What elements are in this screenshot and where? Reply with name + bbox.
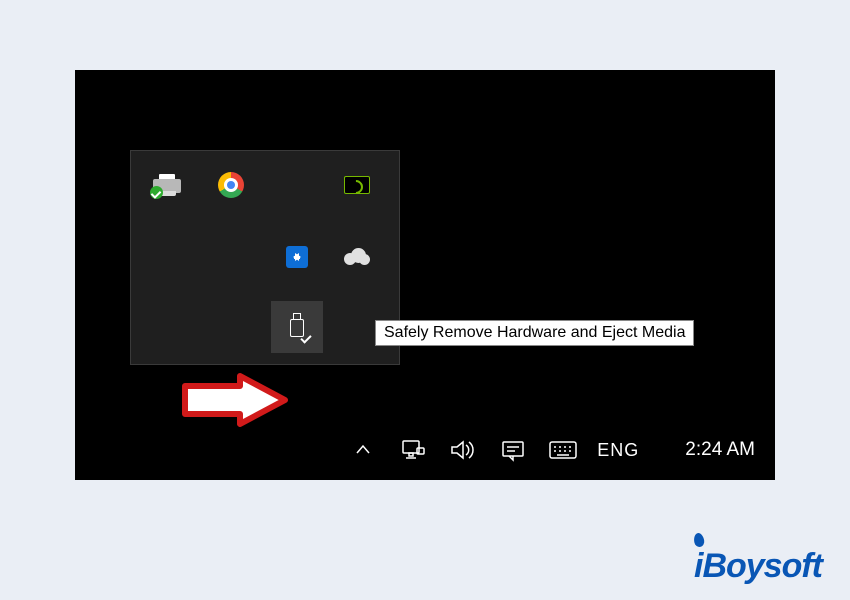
action-center-button[interactable]: [497, 434, 529, 466]
tray-item-nvidia[interactable]: [331, 159, 383, 211]
tray-item-teamviewer[interactable]: [271, 231, 323, 283]
network-icon: [400, 438, 426, 462]
network-button[interactable]: [397, 434, 429, 466]
printer-icon: [153, 174, 181, 196]
tray-item-printer[interactable]: [141, 159, 193, 211]
action-center-icon: [500, 438, 526, 462]
cloud-sync-icon: [344, 249, 370, 265]
volume-icon: [449, 438, 477, 462]
overflow-chevron-icon: [353, 440, 373, 460]
screenshot-region: Safely Remove Hardware and Eject Media: [75, 70, 775, 480]
usb-eject-tooltip: Safely Remove Hardware and Eject Media: [375, 320, 694, 346]
teamviewer-icon: [286, 246, 308, 268]
tray-overflow-chevron[interactable]: [347, 434, 379, 466]
tray-overflow-panel: [130, 150, 400, 365]
touch-keyboard-button[interactable]: [547, 434, 579, 466]
tray-item-chrome[interactable]: [205, 159, 257, 211]
tray-item-usb-eject[interactable]: [271, 301, 323, 353]
watermark-logo: iBoysoft: [694, 547, 822, 586]
language-indicator[interactable]: ENG: [597, 440, 639, 461]
touch-keyboard-icon: [548, 439, 578, 461]
pointer-arrow-annotation: [180, 373, 290, 432]
taskbar-clock[interactable]: 2:24 AM: [685, 439, 755, 461]
volume-button[interactable]: [447, 434, 479, 466]
nvidia-icon: [344, 176, 370, 194]
chrome-icon: [218, 172, 244, 198]
usb-eject-icon: [288, 313, 306, 341]
tray-item-cloud[interactable]: [331, 231, 383, 283]
